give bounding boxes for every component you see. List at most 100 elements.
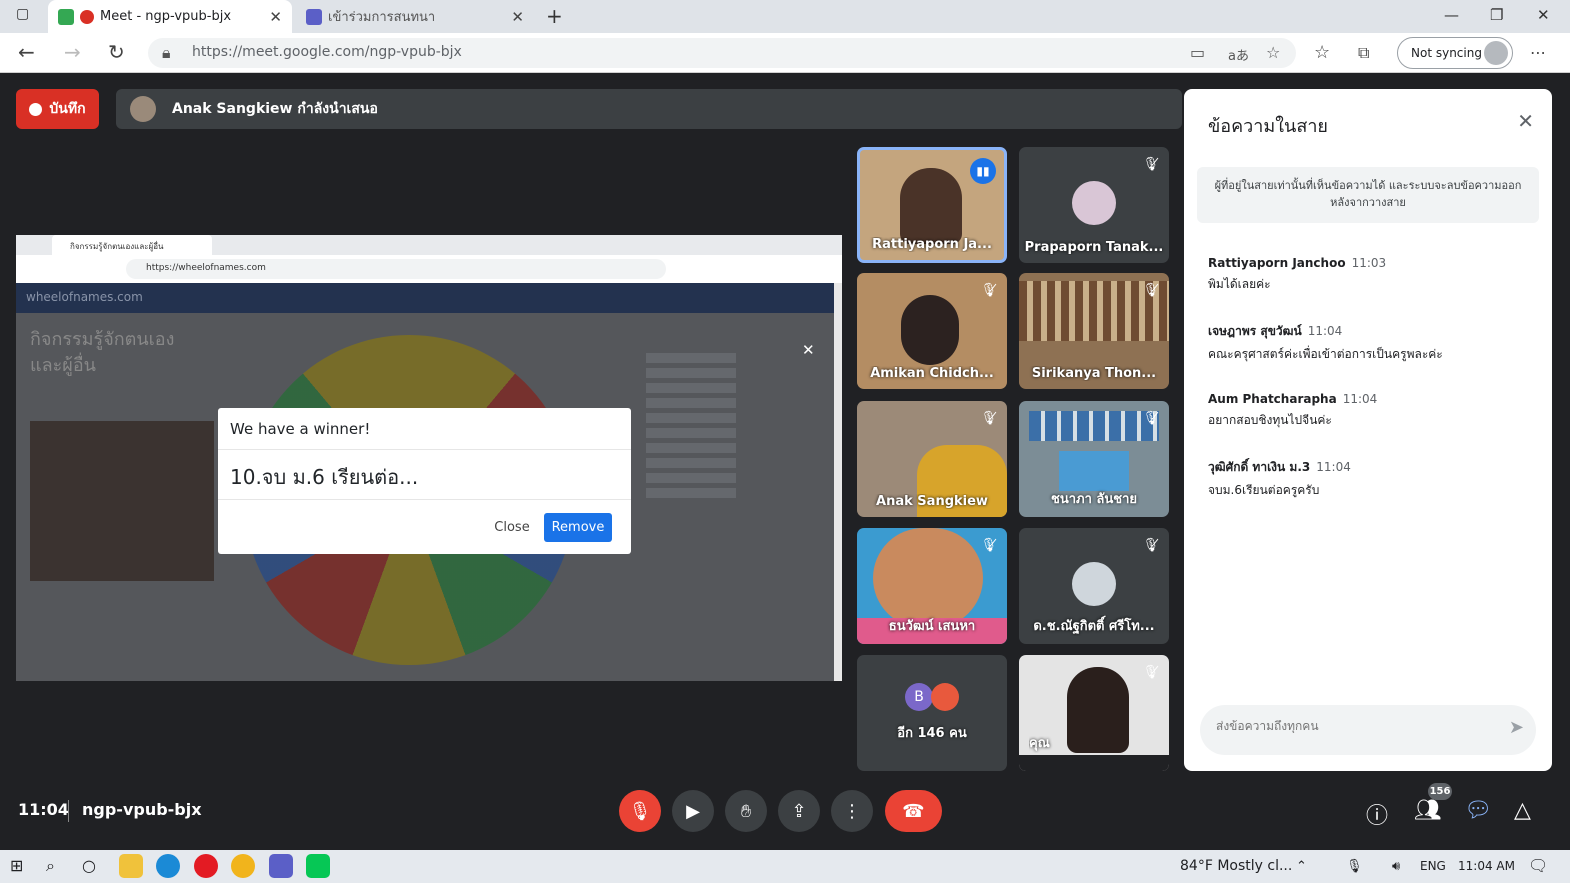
edge-icon[interactable] [156,854,180,878]
favorites-icon[interactable]: ☆ [1314,42,1330,63]
camera-icon[interactable]: ▭ [1190,43,1205,62]
message-text: จบม.6เรียนต่อครูครับ [1208,483,1320,497]
address-bar[interactable]: 🔒︎ https://meet.google.com/ngp-vpub-bjx … [148,38,1296,68]
recording-icon [80,9,94,24]
close-tab-icon[interactable]: ✕ [511,8,524,26]
participant-avatar [1072,181,1116,225]
shared-tab-title: กิจกรรมรู้จักตนเองและผู้อื่น [52,235,212,255]
search-icon[interactable]: ⌕ [46,856,55,876]
chat-input-box[interactable]: ➤ [1200,705,1536,755]
meeting-code: ngp-vpub-bjx [82,800,202,819]
participant-tile[interactable]: 🎙︎̸ ด.ช.ณัฐกิตติ์ ศรีโท... [1019,528,1169,644]
participant-video [873,528,983,628]
dialog-heading: We have a winner! [218,408,631,450]
cortana-icon[interactable]: ○ [82,856,96,875]
collections-icon[interactable]: ⧉ [1358,43,1369,63]
notifications-icon[interactable]: 🗨︎ [1528,856,1548,875]
more-options-button[interactable]: ⋮ [831,790,873,832]
chat-message: วุฒิศักดิ์ ทาเงิน ม.3 11:04 จบม.6เรียนต่อ… [1208,456,1528,500]
participant-name: Amikan Chidch... [870,366,994,381]
more-options-icon[interactable]: ⋯ [1530,43,1546,62]
volume-icon[interactable]: 🔊︎ [1392,859,1400,874]
chat-input[interactable] [1216,719,1496,733]
record-label: บันทึก [49,101,86,117]
more-participants-label: อีก 146 คน [897,726,967,741]
participant-name: Prapaporn Tanak... [1024,240,1164,255]
chevron-up-icon[interactable]: ⌃ [1296,859,1307,874]
new-tab-button[interactable]: + [546,4,563,28]
participant-tile[interactable]: 🎙︎̸ ชนาภา ลันชาย [1019,401,1169,517]
refresh-icon[interactable]: ↻ [108,40,125,64]
entries-list [646,353,796,533]
participant-tile[interactable]: 🎙︎̸ Anak Sangkiew [857,401,1007,517]
participant-tile[interactable]: 🎙︎̸ Amikan Chidch... [857,273,1007,389]
camera-toggle-button[interactable]: ▶︎ [672,790,714,832]
winner-text: 10.จบ ม.6 เรียนต่อ... [218,450,631,500]
participant-tile[interactable]: 🎙︎̸ Sirikanya Thon... [1019,273,1169,389]
participant-name: Anak Sangkiew [876,494,988,509]
message-time: 11:04 [1342,392,1378,406]
participant-name: Sirikanya Thon... [1031,366,1157,381]
close-window-button[interactable]: ✕ [1537,6,1550,24]
participant-video [901,295,959,365]
weather-widget[interactable]: 84°F Mostly cl... [1180,858,1292,874]
participant-avatar [1072,562,1116,606]
line-icon[interactable] [306,854,330,878]
maximize-button[interactable]: ❐ [1490,6,1503,24]
hand-icon: ✋︎ [740,800,752,822]
back-icon[interactable]: ← [18,40,35,64]
participant-tile[interactable]: 🎙︎̸ Prapaporn Tanak... [1019,147,1169,263]
message-time: 11:04 [1307,324,1343,338]
self-tile[interactable]: 🎙︎̸ คุณ [1019,655,1169,771]
participant-name: Rattiyaporn Ja... [872,237,992,252]
raise-hand-button[interactable]: ✋︎ [725,790,767,832]
teams-favicon-icon [306,8,322,25]
browser-toolbar: ← → ↻ 🔒︎ https://meet.google.com/ngp-vpu… [0,33,1570,73]
dialog-remove-button[interactable]: Remove [544,513,612,542]
minimize-button[interactable]: — [1444,6,1459,24]
file-explorer-icon[interactable] [119,854,143,878]
dialog-close-button[interactable]: Close [486,513,538,542]
participant-tile[interactable]: 🎙︎̸ ธนวัฒน์ เสนหา [857,528,1007,644]
participant-tile[interactable]: ▮▮ Rattiyaporn Ja... [857,147,1007,263]
presenter-avatar [130,96,156,122]
input-language[interactable]: ENG [1420,859,1446,873]
profile-button[interactable]: Not syncing [1397,37,1513,69]
close-chat-icon[interactable]: ✕ [1517,109,1534,133]
tab-title: เข้าร่วมการสนทนา [328,10,436,25]
microphone-icon[interactable]: 🎙︎ [1346,859,1363,874]
record-button[interactable]: บันทึก [16,89,99,129]
leave-call-button[interactable]: ☎︎ [885,790,942,832]
mic-off-icon: 🎙︎̸ [1142,665,1159,680]
windows-taskbar: ⊞ ⌕ ○ 84°F Mostly cl... ⌃ 🎙︎ 🔊︎ ENG 11:0… [0,850,1570,883]
teams-icon[interactable] [269,854,293,878]
send-icon[interactable]: ➤ [1509,717,1524,738]
windows-start-icon[interactable]: ⊞ [10,856,23,875]
tab-meet[interactable]: Meet - ngp-vpub-bjx ✕ [48,0,292,33]
people-icon[interactable]: 👥︎ [1414,798,1442,823]
opera-icon[interactable] [194,854,218,878]
forward-icon[interactable]: → [64,40,81,64]
message-sender: Rattiyaporn Janchoo [1208,256,1346,270]
mic-toggle-button[interactable]: 🎙︎ [619,790,661,832]
more-vert-icon: ⋮ [843,800,861,822]
meet-favicon-icon [58,8,74,25]
activities-icon[interactable]: △ [1514,798,1531,823]
add-favorite-icon[interactable]: ☆ [1266,43,1280,62]
message-text: อยากสอบชิงทุนไปจีนค่ะ [1208,413,1332,427]
tab-actions-icon[interactable]: ▢ [16,6,29,22]
mic-off-icon: 🎙︎̸ [1142,157,1159,172]
participant-name: ธนวัฒน์ เสนหา [888,619,976,634]
shared-scrollbar [834,283,842,681]
close-tab-icon[interactable]: ✕ [269,8,282,26]
present-button[interactable]: ⇪ [778,790,820,832]
chrome-icon[interactable] [231,854,255,878]
info-icon[interactable]: ⓘ [1366,798,1388,830]
taskbar-clock[interactable]: 11:04 AM [1458,859,1515,873]
more-participants-tile[interactable]: B อีก 146 คน [857,655,1007,771]
chat-icon[interactable]: 💬︎ [1464,798,1492,823]
close-overlay-icon: ✕ [802,341,815,359]
translate-icon[interactable]: aあ [1228,45,1249,64]
tab-teams[interactable]: เข้าร่วมการสนทนา ✕ [296,0,534,33]
mic-off-icon: 🎙︎ [628,800,652,822]
